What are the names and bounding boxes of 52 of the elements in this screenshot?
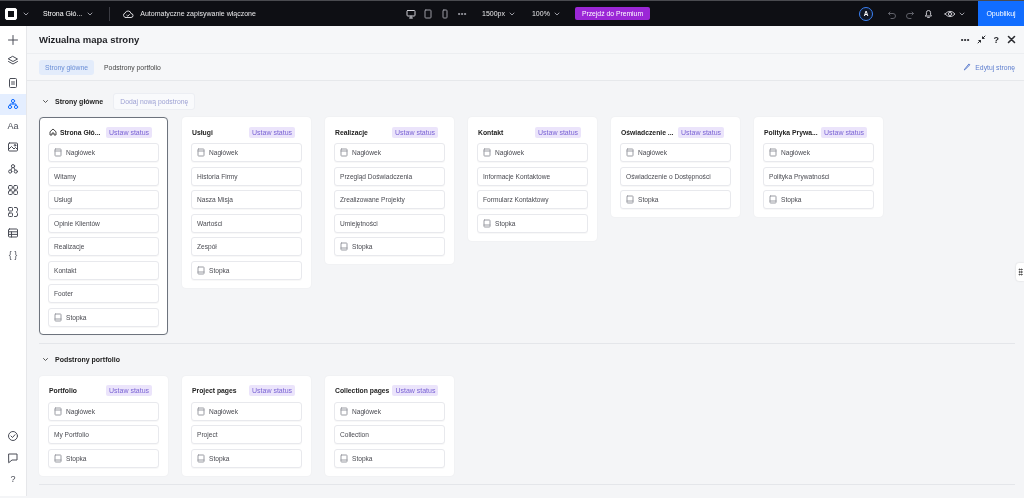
- caret-icon: [553, 11, 560, 16]
- tablet-icon[interactable]: [423, 8, 433, 19]
- desktop-icon[interactable]: [406, 8, 416, 19]
- header-icon: [340, 406, 348, 416]
- footer-icon: [54, 312, 62, 322]
- nodes-icon: [7, 162, 19, 175]
- eye-icon: [944, 8, 956, 19]
- help-button[interactable]: ?: [0, 468, 26, 490]
- caret-icon: [87, 11, 94, 16]
- caret-icon: [23, 11, 29, 16]
- chevron-down-icon[interactable]: [42, 97, 49, 105]
- pencil-icon: [963, 63, 972, 71]
- footer-icon: [769, 195, 777, 204]
- header-icon: [197, 406, 205, 416]
- footer-icon: [197, 265, 205, 275]
- chevron-down-icon[interactable]: [42, 356, 49, 363]
- header-icon: [483, 148, 491, 157]
- footer-icon: [340, 242, 348, 251]
- caret-icon: [959, 11, 965, 16]
- plus-icon: [7, 33, 19, 46]
- cloud-icon: [122, 8, 135, 19]
- code-button[interactable]: { }: [0, 244, 26, 266]
- text-button[interactable]: Aa: [0, 115, 26, 137]
- mobile-icon[interactable]: [440, 8, 450, 19]
- header-icon: [626, 148, 634, 157]
- header-icon: [54, 406, 62, 416]
- check-circle-icon: [7, 430, 19, 443]
- chat-icon: [7, 451, 19, 464]
- logo-icon[interactable]: [5, 7, 17, 20]
- header-icon: [769, 148, 777, 157]
- help-button[interactable]: ?: [992, 34, 1000, 45]
- header-icon: [340, 148, 348, 157]
- header-icon: [197, 148, 205, 157]
- table-icon: [7, 227, 19, 240]
- bell-icon[interactable]: [923, 8, 934, 19]
- collapse-icon[interactable]: [976, 35, 986, 44]
- page-icon: [7, 76, 19, 89]
- caret-icon: [508, 11, 515, 16]
- footer-icon: [54, 453, 62, 463]
- sitemap-icon: [7, 98, 19, 111]
- grip-icon: [1017, 268, 1023, 276]
- drag-handle[interactable]: [1016, 263, 1024, 281]
- image-icon: [7, 141, 19, 154]
- footer-icon: [483, 218, 491, 228]
- sitemap-button[interactable]: [0, 93, 26, 115]
- close-icon[interactable]: [1007, 35, 1016, 44]
- header-icon: [54, 148, 62, 157]
- footer-icon: [197, 453, 205, 463]
- grid-icon: [7, 184, 19, 197]
- footer-icon: [340, 453, 348, 463]
- panel-title: Wizualna mapa strony: [39, 34, 140, 45]
- footer-icon: [626, 195, 634, 204]
